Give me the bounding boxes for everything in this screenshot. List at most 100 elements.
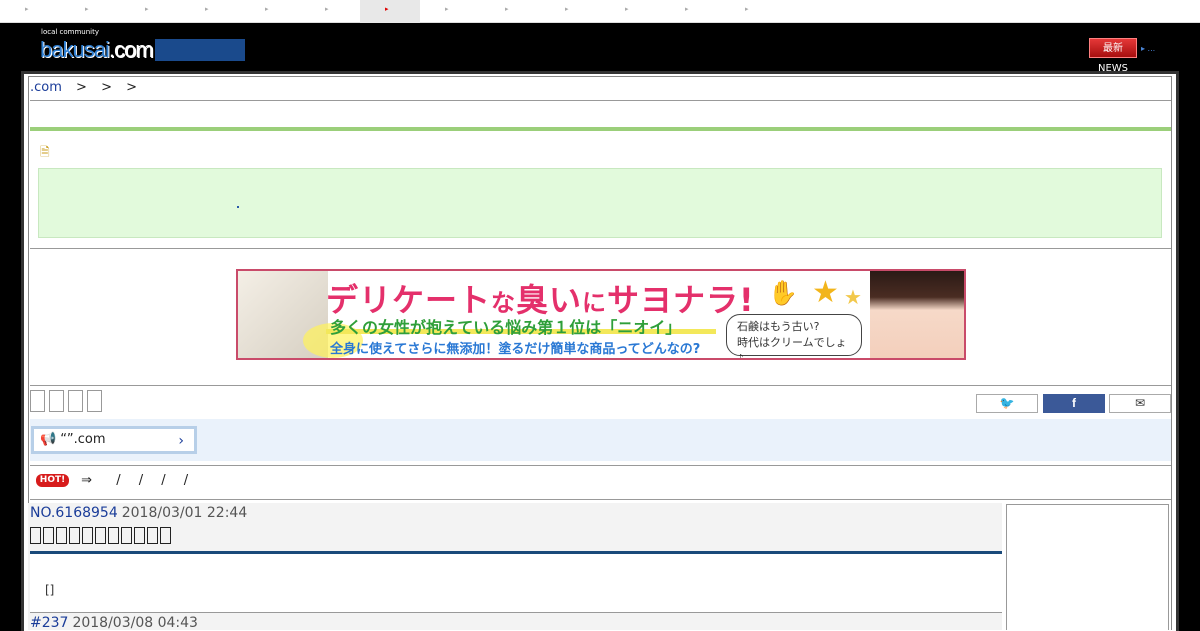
post-date: 2018/03/01 22:44 — [121, 505, 248, 521]
facebook-icon: f — [1072, 396, 1076, 410]
breadcrumb-home-link[interactable]: .com — [30, 80, 62, 95]
nav-item[interactable]: ▸ — [0, 0, 60, 23]
placeholder-icon — [68, 390, 83, 412]
chevron-right-icon: › — [178, 433, 184, 449]
title-glyph — [121, 527, 132, 544]
reply-header: #237 2018/03/08 04:43 — [30, 615, 198, 631]
news-badge[interactable]: 最新NEWS — [1089, 38, 1137, 74]
site-header: local community bakusai.com 最新NEWS ▸ ... — [0, 23, 1200, 74]
nav-arrow-icon: ▸ — [565, 5, 569, 13]
ad-model-photo — [870, 271, 964, 358]
divider — [30, 385, 1171, 386]
category-icons — [30, 390, 106, 416]
reply-number-link[interactable]: #237 — [30, 615, 68, 631]
nav-item[interactable]: ▸ — [180, 0, 240, 23]
nav-item[interactable]: ▸ — [420, 0, 480, 23]
title-glyph — [56, 527, 67, 544]
nav-item[interactable]: ▸ — [480, 0, 540, 23]
sidebar-ad-box — [1006, 504, 1169, 630]
nav-item[interactable]: ▸ — [540, 0, 600, 23]
placeholder-icon — [87, 390, 102, 412]
placeholder-icon — [49, 390, 64, 412]
hot-link-separator: / — [116, 473, 121, 488]
post-body: [] — [45, 583, 55, 597]
logo-banner-box — [155, 39, 245, 61]
nav-item[interactable]: ▸ — [300, 0, 360, 23]
nav-item[interactable]: ▸ — [60, 0, 120, 23]
ad-subtext: 全身に使えてさらに無添加！塗るだけ簡単な商品ってどんなの? — [330, 342, 701, 357]
ad-headline-part: に — [582, 289, 608, 317]
logo-text: bakusai — [40, 37, 110, 62]
divider — [30, 248, 1171, 249]
hot-link-separator: / — [183, 473, 189, 488]
post-body-area — [30, 554, 1002, 612]
section-green-bar — [30, 127, 1171, 131]
title-glyph — [147, 527, 158, 544]
reply-date: 2018/03/08 04:43 — [72, 615, 198, 631]
logo-tagline: local community — [41, 28, 100, 36]
nav-item[interactable]: ▸ — [660, 0, 720, 23]
title-glyph — [95, 527, 106, 544]
notice-button[interactable]: 📢 “”.com › — [31, 426, 197, 454]
nav-arrow-icon: ▸ — [325, 5, 329, 13]
nav-arrow-icon: ▸ — [445, 5, 449, 13]
hot-topics-row: HOT! ⇒ / / / / — [36, 473, 188, 493]
top-nav: ▸ ▸ ▸ ▸ ▸ ▸ ▸ ▸ ▸ ▸ ▸ ▸ ▸ — [0, 0, 1200, 23]
nav-arrow-icon: ▸ — [685, 5, 689, 13]
notice-band — [30, 419, 1171, 461]
nav-item[interactable]: ▸ — [240, 0, 300, 23]
nav-arrow-icon: ▸ — [265, 5, 269, 13]
ad-bubble-line: 石鹸はもう古い? — [737, 320, 820, 333]
site-logo[interactable]: bakusai.com — [40, 37, 154, 63]
share-twitter-button[interactable]: 🐦 — [976, 394, 1038, 413]
info-box — [38, 168, 1162, 238]
divider — [30, 499, 1171, 500]
title-glyph — [30, 527, 41, 544]
ad-bubble-line: 時代はクリームでしょ♪ — [737, 336, 847, 360]
notice-text: “”.com — [60, 432, 106, 447]
breadcrumb: .com > > > — [30, 80, 137, 98]
info-dot — [237, 206, 239, 208]
hot-link-separator: / — [138, 473, 144, 488]
nav-arrow-icon: ▸ — [625, 5, 629, 13]
post-header: NO.6168954 2018/03/01 22:44 — [30, 505, 247, 521]
title-glyph — [160, 527, 171, 544]
hot-badge: HOT! — [36, 474, 69, 487]
breadcrumb-separator: > — [101, 80, 112, 95]
nav-arrow-icon: ▸ — [505, 5, 509, 13]
nav-arrow-icon: ▸ — [205, 5, 209, 13]
ad-headline-part: な — [491, 289, 517, 317]
post-title — [30, 527, 173, 551]
mail-icon: ✉ — [1134, 396, 1146, 410]
title-glyph — [69, 527, 80, 544]
title-glyph — [134, 527, 145, 544]
megaphone-icon: 📢 — [40, 432, 57, 447]
divider — [30, 612, 1002, 613]
hot-link-separator: / — [161, 473, 166, 488]
divider — [30, 465, 1171, 466]
logo-suffix: .com — [108, 37, 154, 62]
document-icon: 🗎 — [40, 145, 50, 159]
nav-item[interactable]: ▸ — [720, 0, 780, 23]
title-glyph — [43, 527, 54, 544]
nav-arrow-icon: ▸ — [385, 5, 389, 13]
nav-item[interactable]: ▸ — [600, 0, 660, 23]
share-facebook-button[interactable]: f — [1043, 394, 1105, 413]
breadcrumb-separator: > — [126, 80, 138, 95]
title-glyph — [82, 527, 93, 544]
ad-subheadline: 多くの女性が抱えている悩み第１位は「ニオイ」 — [330, 318, 682, 337]
news-more-link[interactable]: ▸ ... — [1141, 44, 1155, 53]
placeholder-icon — [30, 390, 45, 412]
nav-arrow-icon: ▸ — [745, 5, 749, 13]
ad-speech-bubble: 石鹸はもう古い? 時代はクリームでしょ♪ — [726, 314, 862, 358]
star-icon: ★ — [812, 275, 839, 310]
twitter-icon: 🐦 — [999, 396, 1015, 410]
ad-banner[interactable]: デリケートな臭いにサヨナラ! ✋ ★ ★ 多くの女性が抱えている悩み第１位は「ニ… — [236, 269, 966, 360]
share-mail-button[interactable]: ✉ — [1109, 394, 1171, 413]
hot-arrow: ⇒ — [81, 473, 93, 488]
nav-item-active[interactable]: ▸ — [360, 0, 420, 23]
nav-arrow-icon: ▸ — [145, 5, 149, 13]
star-icon: ★ — [844, 285, 862, 309]
post-number-link[interactable]: NO.6168954 — [30, 505, 118, 521]
nav-item[interactable]: ▸ — [120, 0, 180, 23]
